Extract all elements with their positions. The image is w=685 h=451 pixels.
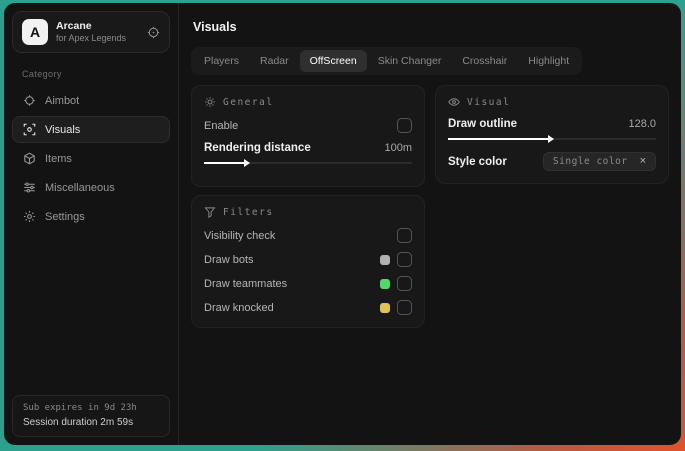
sidebar-item-label: Aimbot — [45, 94, 80, 107]
tab-offscreen[interactable]: OffScreen — [299, 50, 367, 72]
style-color-value: Single color — [552, 156, 628, 167]
rendering-distance-row: Rendering distance 100m — [204, 142, 412, 154]
tab-crosshair[interactable]: Crosshair — [452, 50, 517, 72]
sidebar-item-settings[interactable]: Settings — [12, 203, 170, 230]
draw-bots-color-swatch[interactable] — [380, 254, 390, 265]
enable-checkbox[interactable] — [397, 118, 412, 133]
draw-teammates-color-swatch[interactable] — [380, 278, 390, 289]
app-window: A Arcane for Apex Legends Category Aimbo… — [4, 3, 681, 445]
draw-knocked-row: Draw knocked — [204, 300, 412, 315]
draw-outline-value: 128.0 — [628, 118, 656, 130]
draw-bots-checkbox[interactable] — [397, 252, 412, 267]
general-panel-header: General — [204, 96, 412, 108]
app-title-block: Arcane for Apex Legends — [56, 20, 139, 44]
draw-outline-row: Draw outline 128.0 — [448, 118, 656, 130]
slider-fill — [204, 162, 248, 164]
style-color-label: Style color — [448, 155, 507, 168]
visual-panel: Visual Draw outline 128.0 Style color Si… — [435, 85, 669, 184]
draw-knocked-label: Draw knocked — [204, 301, 274, 314]
rendering-distance-label: Rendering distance — [204, 142, 311, 154]
app-subtitle: for Apex Legends — [56, 32, 127, 43]
sidebar-item-label: Settings — [45, 210, 85, 223]
draw-teammates-checkbox[interactable] — [397, 276, 412, 291]
draw-outline-label: Draw outline — [448, 118, 518, 130]
general-panel-title: General — [223, 96, 274, 108]
crosshair-icon — [23, 94, 36, 107]
app-header: A Arcane for Apex Legends — [12, 11, 170, 53]
tab-radar[interactable]: Radar — [250, 50, 299, 72]
app-logo: A — [22, 19, 48, 45]
cube-icon — [23, 152, 36, 165]
enable-label: Enable — [204, 119, 239, 132]
sidebar-item-items[interactable]: Items — [12, 145, 170, 172]
left-column: General Enable Rendering distance 100m F… — [191, 85, 425, 328]
sidebar-item-label: Miscellaneous — [45, 181, 115, 194]
draw-knocked-checkbox[interactable] — [397, 300, 412, 315]
enable-row: Enable — [204, 118, 412, 133]
style-color-row: Style color Single color × — [448, 152, 656, 171]
draw-teammates-row: Draw teammates — [204, 276, 412, 291]
subscription-info: Sub expires in 9d 23h Session duration 2… — [12, 394, 170, 437]
panel-columns: General Enable Rendering distance 100m F… — [191, 85, 669, 328]
eye-scan-icon — [23, 123, 36, 136]
general-panel: General Enable Rendering distance 100m — [191, 85, 425, 187]
tab-bar: Players Radar OffScreen Skin Changer Cro… — [191, 47, 583, 75]
sidebar-item-visuals[interactable]: Visuals — [12, 116, 170, 143]
tab-highlight[interactable]: Highlight — [518, 50, 579, 72]
tab-skin-changer[interactable]: Skin Changer — [368, 50, 452, 72]
funnel-icon — [204, 206, 216, 218]
category-label: Category — [22, 69, 62, 79]
page-title: Visuals — [193, 20, 237, 34]
draw-bots-label: Draw bots — [204, 253, 254, 266]
rendering-distance-slider[interactable] — [204, 158, 412, 168]
tab-players[interactable]: Players — [194, 50, 249, 72]
draw-outline-slider[interactable] — [448, 134, 656, 144]
main-content: Visuals Players Radar OffScreen Skin Cha… — [179, 3, 681, 445]
filters-panel-title: Filters — [223, 206, 274, 218]
sub-expires-text: Sub expires in 9d 23h — [23, 402, 137, 413]
rendering-distance-value: 100m — [384, 142, 412, 154]
target-icon[interactable] — [147, 26, 160, 39]
visual-panel-title: Visual — [467, 96, 511, 108]
sidebar: A Arcane for Apex Legends Category Aimbo… — [4, 3, 179, 445]
sliders-icon — [23, 181, 36, 194]
sidebar-item-label: Visuals — [45, 123, 81, 136]
eye-icon — [448, 96, 460, 108]
slider-fill — [448, 138, 552, 140]
visibility-check-checkbox[interactable] — [397, 228, 412, 243]
visibility-check-label: Visibility check — [204, 229, 276, 242]
draw-teammates-label: Draw teammates — [204, 277, 288, 290]
close-icon[interactable]: × — [640, 156, 646, 167]
sun-icon — [204, 96, 216, 108]
sidebar-item-miscellaneous[interactable]: Miscellaneous — [12, 174, 170, 201]
visibility-check-row: Visibility check — [204, 228, 412, 243]
app-name: Arcane — [56, 19, 92, 32]
visual-panel-header: Visual — [448, 96, 656, 108]
draw-bots-row: Draw bots — [204, 252, 412, 267]
style-color-select[interactable]: Single color × — [542, 152, 656, 171]
filters-panel: Filters Visibility check Draw bots Draw … — [191, 195, 425, 328]
sidebar-item-aimbot[interactable]: Aimbot — [12, 87, 170, 114]
session-duration-text: Session duration 2m 59s — [23, 417, 134, 428]
sidebar-item-label: Items — [45, 152, 72, 165]
right-column: Visual Draw outline 128.0 Style color Si… — [435, 85, 669, 184]
draw-knocked-color-swatch[interactable] — [380, 302, 390, 313]
filters-panel-header: Filters — [204, 206, 412, 218]
gear-icon — [23, 210, 36, 223]
